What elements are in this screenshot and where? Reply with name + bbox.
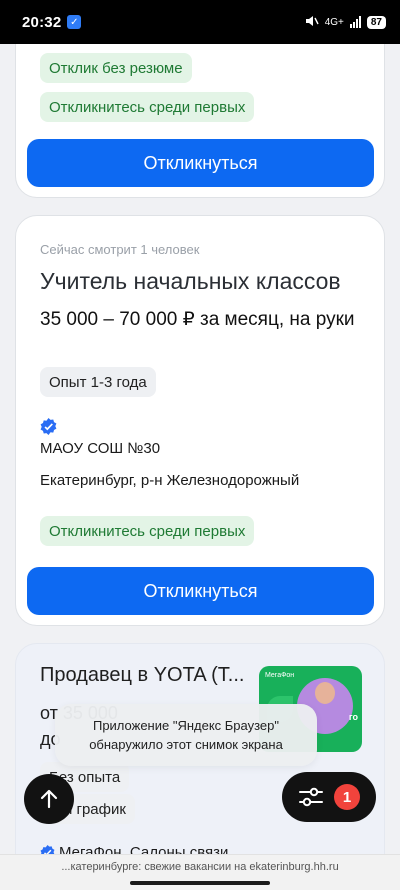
tag-respond-first: Откликнитесь среди первых	[40, 516, 255, 546]
verified-icon	[40, 418, 57, 435]
system-nav-bar	[0, 878, 400, 890]
logo-brand: МегаФон	[265, 672, 295, 679]
respond-button[interactable]: Откликнуться	[27, 139, 374, 187]
company-name[interactable]: МАОУ СОШ №30	[40, 440, 160, 457]
verified-icon	[40, 845, 55, 854]
vacancy-salary: 35 000 – 70 000 ₽ за месяц, на руки	[40, 309, 355, 330]
viewing-count: Сейчас смотрит 1 человек	[40, 242, 200, 257]
company-row[interactable]: МегаФон. Салоны связи	[40, 844, 228, 854]
url-text: ...катеринбурге: свежие вакансии на ekat…	[61, 860, 339, 873]
vacancy-card[interactable]: Отклик без резюме Откликнитесь среди пер…	[15, 44, 385, 198]
logo-word: го	[348, 712, 358, 722]
filter-button[interactable]: 1	[282, 772, 376, 822]
network-type: 4G+	[324, 16, 344, 28]
company-name: МегаФон. Салоны связи	[59, 844, 229, 854]
vacancy-location: Екатеринбург, р-н Железнодорожный	[40, 472, 300, 489]
filter-sliders-icon	[299, 787, 323, 807]
scroll-top-button[interactable]	[24, 774, 74, 824]
vacancy-card[interactable]: Сейчас смотрит 1 человек Учитель начальн…	[15, 215, 385, 626]
tag-experience: Опыт 1-3 года	[40, 367, 156, 397]
tag-no-resume: Отклик без резюме	[40, 53, 192, 83]
tag-respond-first: Откликнитесь среди первых	[40, 92, 255, 122]
mute-icon	[305, 15, 319, 30]
screenshot-toast: Приложение "Яндекс Браузер" обнаружило э…	[55, 704, 317, 766]
vacancy-title[interactable]: Продавец в YOTA (Т...	[40, 664, 250, 687]
respond-button[interactable]: Откликнуться	[27, 567, 374, 615]
status-bar: 20:32 ✓ 4G+ 87	[0, 0, 400, 44]
home-indicator[interactable]	[130, 881, 270, 885]
status-time: 20:32	[22, 13, 62, 31]
check-badge-icon: ✓	[67, 15, 82, 29]
status-indicators: 4G+ 87	[305, 15, 386, 30]
battery-indicator: 87	[366, 15, 386, 29]
filter-count-badge: 1	[334, 784, 360, 810]
browser-url-bar[interactable]: ...катеринбурге: свежие вакансии на ekat…	[0, 854, 400, 878]
vacancy-title[interactable]: Учитель начальных классов	[40, 268, 341, 295]
arrow-up-icon	[40, 789, 58, 809]
signal-icon	[349, 16, 361, 28]
logo-person	[315, 682, 335, 704]
